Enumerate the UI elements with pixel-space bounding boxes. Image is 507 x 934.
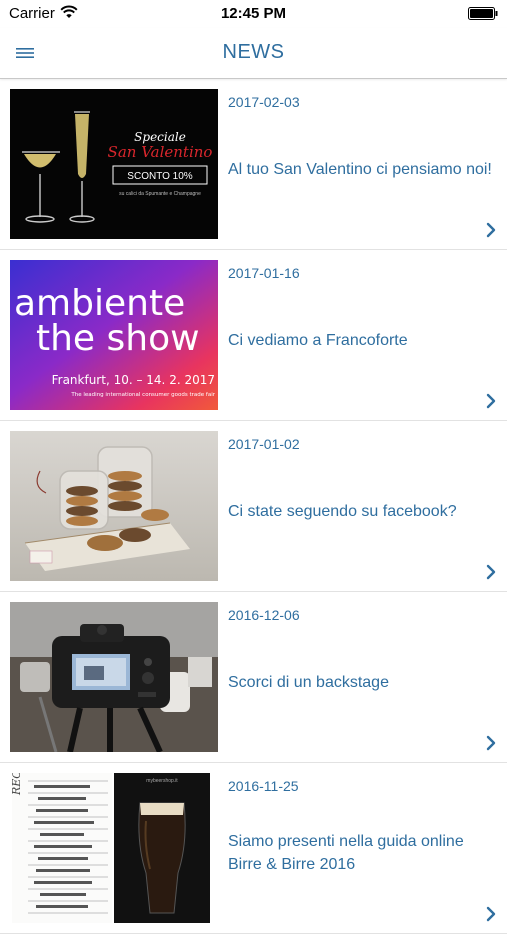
guide-site: mybeershop.it — [146, 778, 178, 784]
news-list: Speciale San Valentino SCONTO 10% su cal… — [0, 79, 507, 934]
promo-sub: su calici da Spumante e Champagne — [119, 191, 201, 197]
status-time: 12:45 PM — [220, 5, 287, 22]
news-thumbnail — [10, 431, 218, 581]
news-title[interactable]: Scorci di un backstage — [228, 632, 493, 732]
news-date: 2016-11-25 — [228, 778, 299, 794]
news-thumbnail — [10, 602, 218, 752]
promo-line2: San Valentino — [108, 143, 213, 161]
news-date: 2017-01-16 — [228, 265, 300, 281]
status-bar: Carrier 12:45 PM — [0, 0, 507, 28]
chevron-right-icon — [486, 564, 496, 580]
page-title: NEWS — [222, 41, 285, 63]
battery-icon — [468, 7, 498, 20]
promo-line1: Speciale — [134, 130, 186, 144]
fair-line4: The leading international consumer goods… — [70, 392, 215, 398]
news-date: 2017-01-02 — [228, 436, 300, 452]
news-date: 2017-02-03 — [228, 94, 300, 110]
news-item[interactable]: REC mybeershop.it 2016-11-25 Siamo prese… — [0, 763, 507, 934]
promo-badge: SCONTO 10% — [127, 171, 192, 182]
chevron-right-icon — [486, 222, 496, 238]
news-item[interactable]: ambiente the show Frankfurt, 10. – 14. 2… — [0, 250, 507, 421]
news-title[interactable]: Ci vediamo a Francoforte — [228, 290, 493, 390]
chevron-right-icon — [486, 735, 496, 751]
chevron-right-icon — [486, 906, 496, 922]
news-thumbnail: ambiente the show Frankfurt, 10. – 14. 2… — [10, 260, 218, 410]
fair-line3: Frankfurt, 10. – 14. 2. 2017 — [52, 373, 215, 387]
guide-header: REC — [10, 773, 23, 796]
news-item[interactable]: 2017-01-02 Ci state seguendo su facebook… — [0, 421, 507, 592]
news-title[interactable]: Al tuo San Valentino ci pensiamo noi! — [228, 119, 493, 219]
news-item[interactable]: 2016-12-06 Scorci di un backstage — [0, 592, 507, 763]
news-title[interactable]: Ci state seguendo su facebook? — [228, 461, 493, 561]
news-item[interactable]: Speciale San Valentino SCONTO 10% su cal… — [0, 79, 507, 250]
navigation-bar: NEWS — [0, 28, 507, 79]
fair-line2: the show — [36, 318, 200, 359]
news-thumbnail: REC mybeershop.it — [10, 773, 218, 923]
news-thumbnail: Speciale San Valentino SCONTO 10% su cal… — [10, 89, 218, 239]
chevron-right-icon — [486, 393, 496, 409]
news-title[interactable]: Siamo presenti nella guida online Birre … — [228, 803, 493, 903]
news-date: 2016-12-06 — [228, 607, 300, 623]
